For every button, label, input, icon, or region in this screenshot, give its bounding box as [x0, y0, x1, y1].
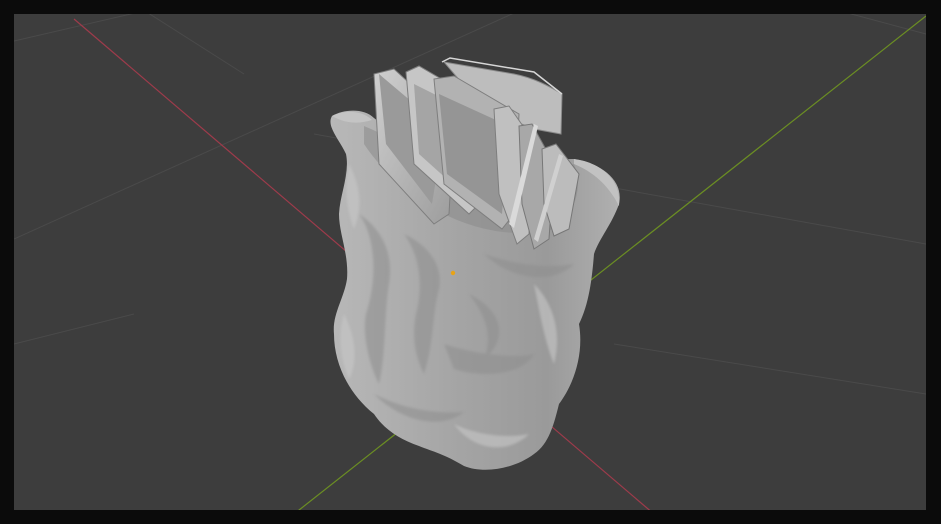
- 3d-viewport[interactable]: [14, 14, 926, 510]
- object-origin-icon: [450, 270, 456, 276]
- window-frame: [0, 0, 941, 524]
- viewport-canvas[interactable]: [14, 14, 926, 510]
